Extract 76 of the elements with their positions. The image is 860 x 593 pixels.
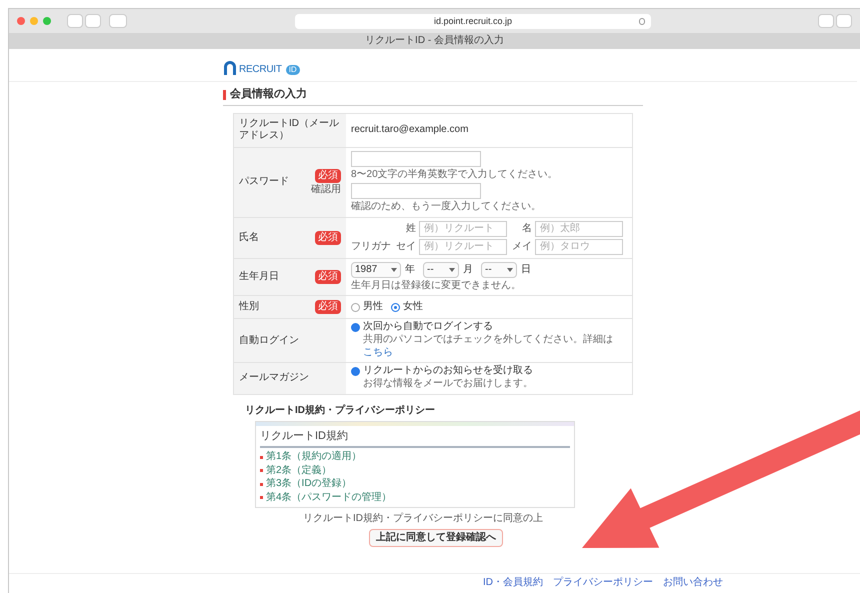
required-badge: 必須 bbox=[315, 169, 341, 184]
tab-title[interactable]: リクルートID - 会員情報の入力 bbox=[365, 36, 504, 46]
input-field[interactable]: 例）リクルート bbox=[419, 238, 507, 255]
back-button[interactable] bbox=[67, 14, 83, 28]
policy-heading: リクルートID規約・プライバシーポリシー bbox=[245, 404, 436, 418]
url-text: id.point.recruit.co.jp bbox=[434, 16, 512, 26]
field-prefix: 姓 bbox=[405, 224, 416, 234]
unit-label: 年 bbox=[405, 264, 415, 275]
tabs-button[interactable] bbox=[836, 14, 852, 28]
field-prefix: セイ bbox=[395, 242, 416, 252]
field-label: パスワード bbox=[239, 176, 289, 188]
field-label: リクルートID（メールアドレス） bbox=[239, 118, 340, 143]
arch-icon bbox=[223, 59, 237, 75]
checkbox[interactable] bbox=[351, 322, 360, 332]
caret-icon bbox=[391, 268, 397, 272]
bullet-icon bbox=[260, 469, 263, 472]
required-badge: 必須 bbox=[315, 230, 341, 245]
bullet-icon bbox=[260, 496, 263, 500]
radio-button[interactable] bbox=[391, 302, 400, 312]
help-link[interactable]: こちら bbox=[363, 346, 393, 358]
field-description: お得な情報をメールでお届けします。 bbox=[362, 378, 534, 391]
select-field[interactable]: -- bbox=[481, 262, 517, 278]
heading-marker bbox=[223, 90, 226, 100]
policy-link[interactable]: 第4条（パスワードの管理） bbox=[266, 492, 392, 504]
policy-title: リクルートID規約 bbox=[260, 430, 570, 448]
field-value: recruit.taro@example.com bbox=[351, 124, 470, 136]
caret-icon bbox=[507, 268, 513, 272]
footer-link[interactable]: ID・会員規約 bbox=[483, 578, 543, 588]
field-label: 性別 bbox=[239, 301, 259, 314]
share-button[interactable] bbox=[818, 14, 834, 28]
caret-icon bbox=[449, 268, 455, 272]
field-hint: 生年月日は登録後に変更できません。 bbox=[351, 280, 522, 292]
footer-link[interactable]: お問い合わせ bbox=[663, 578, 723, 588]
field-label: メールマガジン bbox=[239, 372, 309, 385]
policy-link[interactable]: 第3条（IDの登録） bbox=[266, 478, 352, 490]
bullet-icon bbox=[260, 456, 263, 459]
input-field[interactable]: 例）太郎 bbox=[535, 220, 623, 237]
field-prefix: 名 bbox=[521, 224, 532, 234]
input-field[interactable] bbox=[351, 150, 481, 167]
select-field[interactable]: 1987 bbox=[351, 262, 401, 278]
unit-label: 日 bbox=[521, 264, 531, 275]
input-field[interactable] bbox=[351, 183, 481, 200]
checkbox-label: リクルートからのお知らせを受け取る bbox=[363, 366, 533, 376]
bullet-icon bbox=[260, 482, 263, 486]
input-field[interactable]: 例）タロウ bbox=[535, 238, 623, 255]
submit-button[interactable]: 上記に同意して登録確認へ bbox=[369, 528, 503, 546]
logo-text: RECRUIT bbox=[239, 65, 282, 75]
policy-link[interactable]: 第2条（定義） bbox=[266, 464, 332, 477]
reload-icon[interactable] bbox=[639, 18, 645, 24]
required-badge: 必須 bbox=[315, 300, 341, 314]
footer-link[interactable]: プライバシーポリシー bbox=[553, 578, 653, 588]
field-label: 自動ログイン bbox=[239, 334, 299, 347]
checkbox[interactable] bbox=[351, 366, 360, 376]
radio-label: 男性 bbox=[363, 302, 383, 312]
checkbox-label: 次回から自動でログインする bbox=[363, 322, 493, 332]
sub-label: フリガナ bbox=[351, 242, 391, 252]
field-prefix: メイ bbox=[511, 242, 532, 252]
required-badge: 必須 bbox=[315, 270, 341, 284]
select-field[interactable]: -- bbox=[423, 262, 459, 278]
section-heading: 会員情報の入力 bbox=[230, 88, 307, 102]
sub-label: 確認用 bbox=[311, 185, 341, 196]
logo-badge: ID bbox=[286, 65, 300, 75]
sidebar-button[interactable] bbox=[109, 14, 127, 28]
field-label: 生年月日 bbox=[239, 270, 279, 284]
radio-label: 女性 bbox=[403, 302, 423, 312]
radio-button[interactable] bbox=[351, 302, 360, 312]
input-field[interactable]: 例）リクルート bbox=[419, 220, 507, 237]
field-description: 共用のパソコンではチェックを外してください。詳細は こちら bbox=[362, 334, 614, 360]
field-hint: 確認のため、もう一度入力してください。 bbox=[351, 201, 542, 214]
field-hint: 8〜20文字の半角英数字で入力してください。 bbox=[351, 168, 559, 182]
address-bar[interactable]: id.point.recruit.co.jp bbox=[295, 14, 651, 28]
field-label: 氏名 bbox=[239, 232, 259, 244]
unit-label: 月 bbox=[463, 264, 473, 275]
forward-button[interactable] bbox=[85, 14, 101, 28]
consent-text: リクルートID規約・プライバシーポリシーに同意の上 bbox=[303, 513, 543, 526]
policy-link[interactable]: 第1条（規約の適用） bbox=[266, 451, 362, 464]
